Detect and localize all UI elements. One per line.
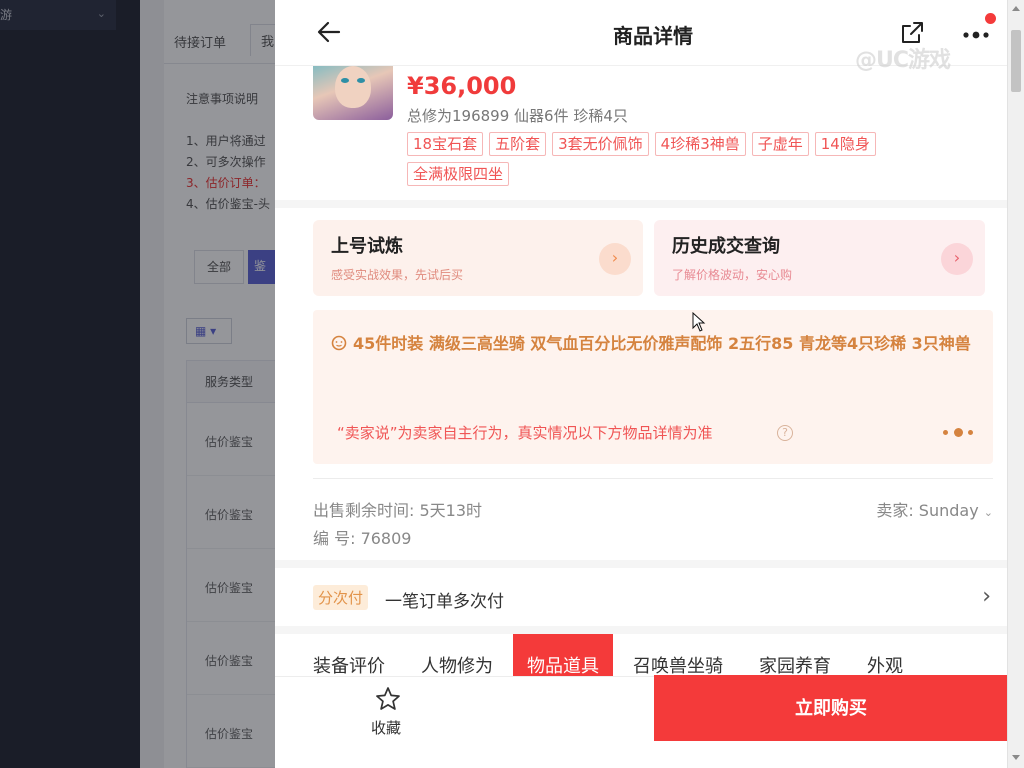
product-tag: 3套无价佩饰 [552, 132, 649, 156]
tab-homestead[interactable]: 家园养育 [759, 652, 831, 676]
tab-equipment-rating[interactable]: 装备评价 [313, 652, 385, 676]
divider [313, 478, 993, 479]
product-stats: 总修为196899 仙器6件 珍稀4只 [407, 107, 628, 125]
product-tag: 18宝石套 [407, 132, 484, 156]
modal-backdrop[interactable] [0, 0, 275, 768]
character-avatar [313, 58, 393, 120]
notification-dot [985, 13, 996, 24]
installment-row[interactable]: 分次付 一笔订单多次付 › [275, 568, 1007, 628]
mouse-cursor-icon [692, 312, 706, 332]
detail-tabs: 装备评价 人物修为 物品道具 召唤兽坐骑 家园养育 外观 [275, 634, 1007, 676]
trial-login-card[interactable]: 上号试炼 感受实战效果，先试后买 › [313, 220, 643, 296]
product-price: ¥36,000 [407, 72, 517, 100]
avatar-face [335, 66, 371, 108]
more-options-icon[interactable] [961, 20, 991, 46]
chevron-right-icon: › [599, 243, 631, 275]
avatar-eye [341, 78, 349, 83]
section-divider [275, 560, 1007, 568]
carousel-dot-active [954, 428, 963, 437]
scrollbar-thumb[interactable] [1011, 30, 1021, 92]
remaining-time: 出售剩余时间: 5天13时 [313, 501, 483, 520]
seller-label: 卖家: Sunday [876, 501, 979, 520]
product-tag: 14隐身 [814, 132, 876, 156]
carousel-dot [968, 430, 973, 435]
product-tag: 全满极限四坐 [407, 162, 510, 186]
installment-badge: 分次付 [313, 585, 369, 610]
buy-now-button[interactable]: 立即购买 [654, 675, 1007, 741]
chevron-right-icon: › [941, 243, 973, 275]
promo-subtitle: 感受实战效果，先试后买 [331, 268, 464, 282]
promo-subtitle: 了解价格波动，安心购 [672, 268, 793, 282]
chevron-right-icon: › [982, 584, 991, 609]
tab-character-cultivation[interactable]: 人物修为 [421, 652, 493, 676]
chevron-down-icon: ⌄ [983, 506, 993, 519]
promo-title: 上号试炼 [331, 236, 403, 257]
tab-appearance[interactable]: 外观 [867, 652, 903, 676]
seller-disclaimer: “卖家说”为卖家自主行为，真实情况以下方物品详情为准 [337, 424, 713, 442]
scroll-down-arrow-icon[interactable] [1012, 755, 1020, 760]
tab-pets-mounts[interactable]: 召唤兽坐骑 [633, 652, 723, 676]
installment-text: 一笔订单多次付 [385, 592, 504, 612]
tab-items[interactable]: 物品道具 [513, 634, 613, 676]
avatar-eye [357, 78, 365, 83]
promo-title: 历史成交查询 [672, 236, 780, 257]
product-tags: 18宝石套 五阶套 3套无价佩饰 4珍稀3神兽 子虚年 14隐身全满极限四坐 [407, 132, 947, 192]
product-tag: 子虚年 [751, 132, 809, 156]
seller-description: 45件时装 满级三高坐骑 双气血百分比无价雅声配饰 2五行85 青龙等4只珍稀 … [353, 334, 971, 353]
watermark: @UC游戏 [855, 48, 951, 73]
product-tag: 五阶套 [489, 132, 547, 156]
section-divider [275, 200, 1007, 208]
product-detail-panel: 商品详情 @UC游戏 ¥36,000 总修为196899 仙器6件 珍稀4只 1… [275, 0, 1007, 768]
favorite-label[interactable]: 收藏 [371, 717, 401, 738]
section-divider [275, 626, 1007, 634]
serial-number: 编 号: 76809 [313, 529, 412, 548]
price-history-card[interactable]: 历史成交查询 了解价格波动，安心购 › [654, 220, 985, 296]
product-tag: 4珍稀3神兽 [654, 132, 746, 156]
help-icon[interactable]: ? [777, 425, 793, 441]
seller-name[interactable]: 卖家: Sunday ⌄ [876, 497, 993, 521]
scroll-up-arrow-icon[interactable] [1012, 6, 1020, 11]
carousel-dot [943, 430, 948, 435]
carousel-dots [943, 428, 975, 438]
seller-says-box: 45件时装 满级三高坐骑 双气血百分比无价雅声配饰 2五行85 青龙等4只珍稀 … [313, 310, 993, 464]
scrollbar[interactable] [1007, 0, 1024, 768]
star-icon[interactable] [374, 685, 402, 713]
bottom-action-bar: 收藏 立即购买 [275, 675, 1007, 768]
